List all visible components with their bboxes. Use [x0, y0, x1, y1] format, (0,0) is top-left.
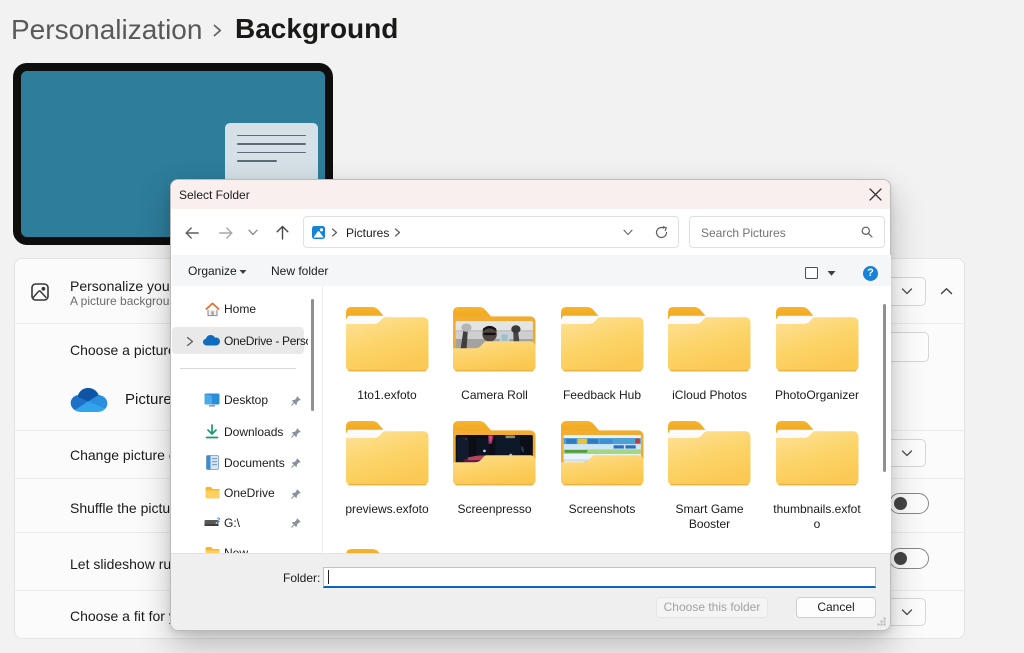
- svg-text:2: 2: [217, 517, 221, 524]
